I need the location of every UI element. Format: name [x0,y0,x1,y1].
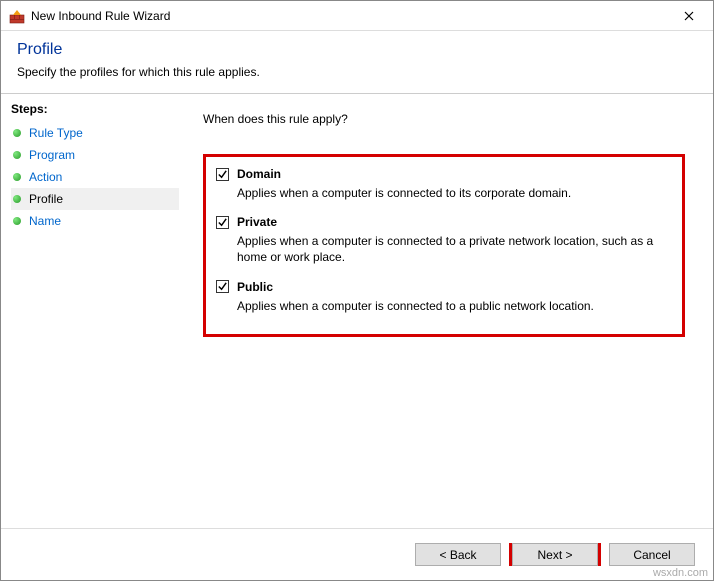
step-action[interactable]: Action [11,166,179,188]
checkbox-private[interactable] [216,216,229,229]
wizard-footer: < Back Next > Cancel [1,528,713,580]
step-label: Program [29,148,75,162]
step-bullet-icon [13,195,21,203]
check-icon [217,169,228,180]
step-bullet-icon [13,129,21,137]
wizard-header: Profile Specify the profiles for which t… [1,31,713,93]
cancel-button[interactable]: Cancel [609,543,695,566]
steps-panel: Steps: Rule Type Program Action Profile … [1,94,179,528]
steps-label: Steps: [11,102,179,116]
step-rule-type[interactable]: Rule Type [11,122,179,144]
step-bullet-icon [13,217,21,225]
check-icon [217,217,228,228]
wizard-window: New Inbound Rule Wizard Profile Specify … [0,0,714,581]
step-bullet-icon [13,173,21,181]
checkbox-domain[interactable] [216,168,229,181]
check-icon [217,281,228,292]
back-button[interactable]: < Back [415,543,501,566]
firewall-icon [9,8,25,24]
options-highlight: Domain Applies when a computer is connec… [203,154,685,337]
step-label: Rule Type [29,126,83,140]
option-label: Domain [237,167,281,181]
page-subtitle: Specify the profiles for which this rule… [17,65,697,79]
step-profile[interactable]: Profile [11,188,179,210]
option-private: Private Applies when a computer is conne… [216,215,666,265]
next-button[interactable]: Next > [512,543,598,566]
titlebar: New Inbound Rule Wizard [1,1,713,31]
watermark: wsxdn.com [653,567,708,579]
main-panel: When does this rule apply? Domain Applie… [179,94,713,528]
next-button-label: Next > [537,548,572,562]
close-button[interactable] [669,2,709,30]
close-icon [684,11,694,21]
option-head: Domain [216,167,666,181]
step-label: Profile [29,192,63,206]
question-text: When does this rule apply? [203,112,693,126]
option-label: Public [237,280,273,294]
step-label: Action [29,170,62,184]
window-title: New Inbound Rule Wizard [31,9,669,23]
checkbox-public[interactable] [216,280,229,293]
page-title: Profile [17,41,697,59]
next-button-highlight: Next > [509,543,601,566]
cancel-button-label: Cancel [633,548,670,562]
option-head: Private [216,215,666,229]
step-name[interactable]: Name [11,210,179,232]
step-bullet-icon [13,151,21,159]
option-description: Applies when a computer is connected to … [237,298,666,314]
option-domain: Domain Applies when a computer is connec… [216,167,666,201]
wizard-body: Steps: Rule Type Program Action Profile … [1,93,713,528]
step-label: Name [29,214,61,228]
option-head: Public [216,280,666,294]
step-program[interactable]: Program [11,144,179,166]
option-public: Public Applies when a computer is connec… [216,280,666,314]
option-description: Applies when a computer is connected to … [237,185,666,201]
option-description: Applies when a computer is connected to … [237,233,666,265]
option-label: Private [237,215,277,229]
back-button-label: < Back [439,548,476,562]
